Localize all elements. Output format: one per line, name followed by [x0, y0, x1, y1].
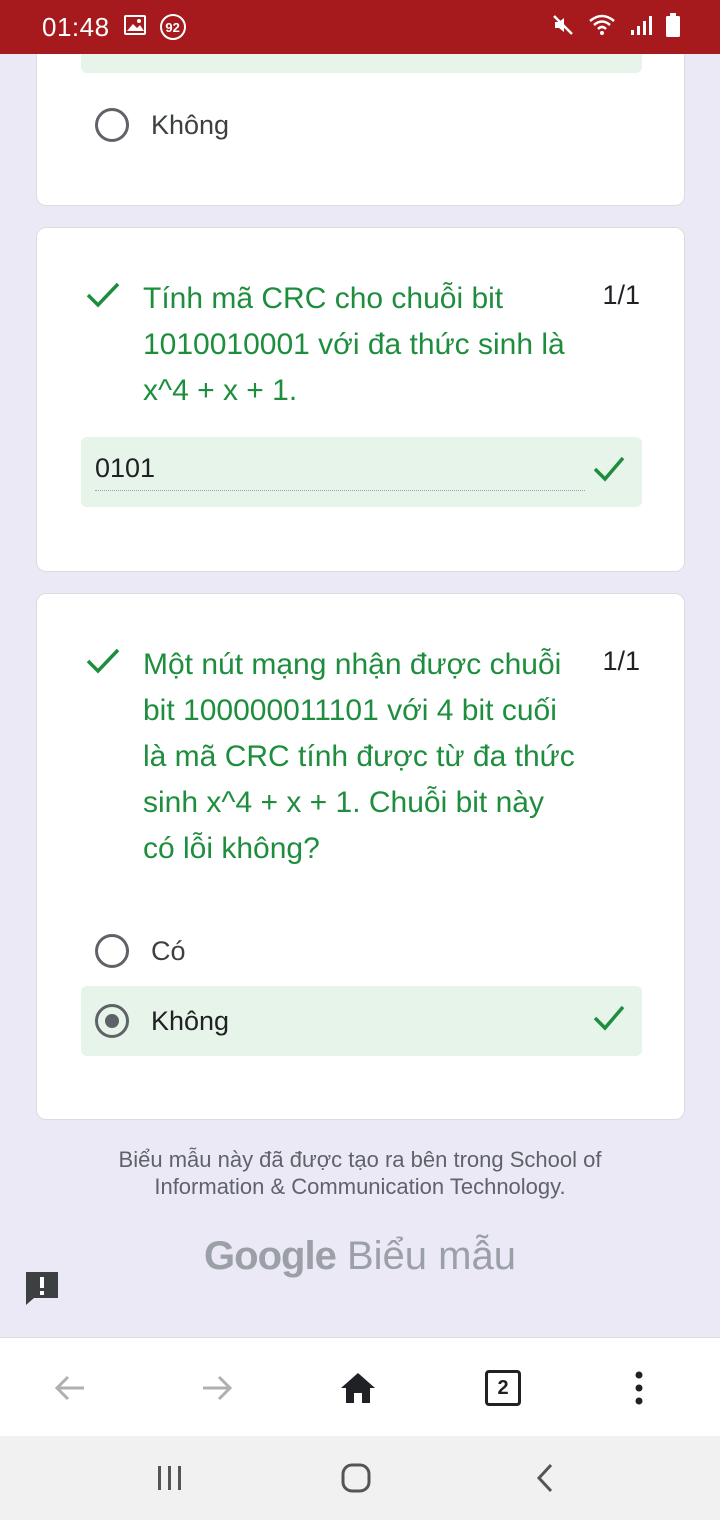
- radio-option-label: Không: [151, 1005, 230, 1036]
- image-icon: [123, 14, 146, 40]
- radio-button-icon[interactable]: [95, 934, 129, 968]
- radio-option-label: Có: [151, 935, 186, 966]
- question-card-previous: Không: [36, 54, 685, 206]
- footer-line-2: Information & Communication Technology.: [154, 1174, 566, 1199]
- question-card-crc-check: Một nút mạng nhận được chuỗi bit 1000000…: [36, 593, 685, 1120]
- question-score: 1/1: [602, 280, 640, 310]
- signal-icon: [630, 14, 652, 41]
- question-header: Một nút mạng nhận được chuỗi bit 1000000…: [85, 642, 640, 872]
- notification-badge-icon: 92: [159, 14, 186, 40]
- form-footer-note: Biểu mẫu này đã được tạo ra bên trong Sc…: [0, 1146, 720, 1200]
- home-circle-icon[interactable]: [336, 1460, 376, 1496]
- answer-value: 0101: [95, 453, 585, 491]
- recent-apps-icon[interactable]: [150, 1460, 190, 1496]
- status-right: [552, 12, 680, 42]
- short-answer-field[interactable]: 0101: [81, 437, 642, 507]
- browser-toolbar: 2: [0, 1337, 720, 1436]
- battery-icon: [666, 12, 680, 42]
- radio-option-khong-selected[interactable]: Không: [81, 986, 642, 1056]
- back-arrow-icon[interactable]: [46, 1364, 94, 1412]
- google-forms-logo[interactable]: Google Biểu mẫu: [0, 1234, 720, 1279]
- footer-line-1: Biểu mẫu này đã được tạo ra bên trong Sc…: [118, 1147, 602, 1172]
- status-time: 01:48: [42, 11, 110, 42]
- correct-check-icon: [85, 646, 121, 872]
- question-title: Một nút mạng nhận được chuỗi bit 1000000…: [143, 648, 575, 865]
- radio-button-icon[interactable]: [95, 108, 129, 142]
- mute-icon: [552, 14, 574, 41]
- correct-check-icon: [592, 1003, 626, 1038]
- tabs-icon[interactable]: 2: [479, 1364, 527, 1412]
- form-content[interactable]: Không Tính mã CRC cho chuỗi bit 10100100…: [0, 54, 720, 1337]
- status-bar: 01:48 92: [0, 0, 720, 54]
- radio-option-co[interactable]: Có: [81, 916, 642, 986]
- more-menu-icon[interactable]: [615, 1364, 663, 1412]
- radio-option-khong[interactable]: Không: [81, 90, 642, 160]
- back-chevron-icon[interactable]: [525, 1460, 565, 1496]
- brand-google: Google: [204, 1234, 337, 1278]
- question-score: 1/1: [602, 646, 640, 676]
- brand-product: Biểu mẫu: [346, 1234, 516, 1278]
- system-navigation-bar: [0, 1436, 720, 1520]
- radio-option-label: Không: [151, 109, 230, 140]
- correct-check-icon: [85, 280, 121, 414]
- wifi-icon: [588, 14, 616, 41]
- report-feedback-icon[interactable]: [24, 1270, 60, 1306]
- radio-button-selected-icon[interactable]: [95, 1004, 129, 1038]
- status-left: 01:48 92: [42, 12, 186, 43]
- correct-check-icon: [592, 454, 626, 489]
- question-card-crc-calc: Tính mã CRC cho chuỗi bit 1010010001 với…: [36, 227, 685, 572]
- forward-arrow-icon[interactable]: [193, 1364, 241, 1412]
- correct-answer-highlight: [81, 54, 642, 73]
- home-icon[interactable]: [334, 1364, 382, 1412]
- question-header: Tính mã CRC cho chuỗi bit 1010010001 với…: [85, 276, 640, 414]
- question-title: Tính mã CRC cho chuỗi bit 1010010001 với…: [143, 282, 565, 407]
- tab-count: 2: [485, 1370, 521, 1406]
